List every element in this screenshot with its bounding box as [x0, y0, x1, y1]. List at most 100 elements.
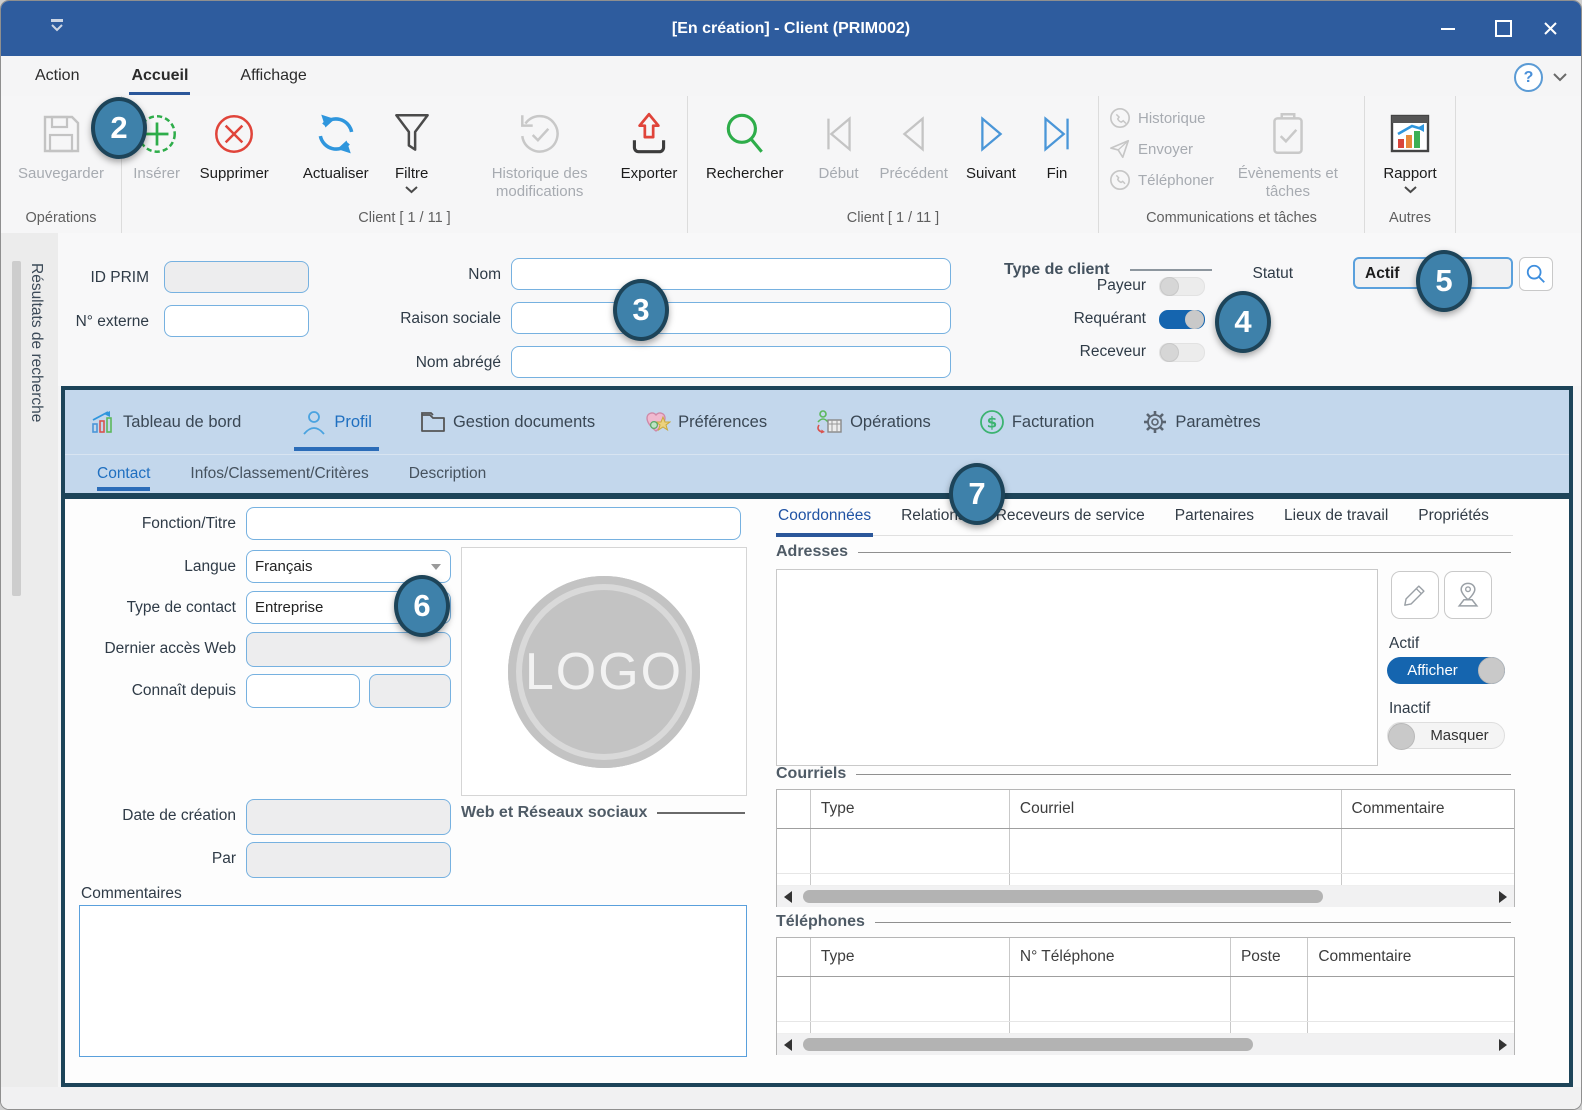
nom-abrege-field[interactable] [511, 346, 951, 378]
afficher-toggle[interactable]: Afficher [1387, 657, 1505, 684]
report-button[interactable]: Rapport [1374, 99, 1445, 194]
subtab-description[interactable]: Description [409, 455, 487, 493]
courriels-hscrollbar[interactable] [777, 886, 1514, 907]
dashboard-icon [90, 409, 116, 435]
delete-button[interactable]: Supprimer [191, 99, 278, 183]
rtab-proprietes[interactable]: Propriétés [1416, 501, 1491, 535]
dropdown-arrow-icon [431, 564, 441, 570]
receveur-toggle[interactable] [1159, 343, 1205, 362]
row-selector-header[interactable] [777, 790, 811, 828]
scroll-right-icon[interactable] [1499, 1039, 1507, 1051]
raison-sociale-field[interactable] [511, 302, 951, 334]
col-poste[interactable]: Poste [1231, 938, 1308, 976]
menu-affichage[interactable]: Affichage [238, 63, 308, 89]
minimize-button[interactable] [1425, 1, 1471, 56]
help-icon[interactable]: ? [1514, 63, 1543, 92]
next-record-icon [968, 103, 1014, 165]
map-address-button[interactable] [1444, 571, 1492, 619]
logo-placeholder[interactable]: LOGO [461, 547, 747, 796]
previous-record-button[interactable]: Précédent [871, 99, 957, 183]
send-icon [1109, 138, 1131, 160]
commentaires-label: Commentaires [81, 885, 182, 903]
col-commentaire[interactable]: Commentaire [1342, 790, 1514, 828]
filter-button[interactable]: Filtre [378, 99, 446, 194]
statut-label: Statut [1231, 257, 1293, 291]
close-icon [1543, 21, 1558, 36]
date-creation-field[interactable] [246, 799, 451, 835]
scroll-right-icon[interactable] [1499, 891, 1507, 903]
requerant-label: Requérant [986, 310, 1146, 327]
scroll-left-icon[interactable] [784, 891, 792, 903]
first-record-button[interactable]: Début [807, 99, 871, 183]
previous-record-icon [891, 103, 937, 165]
payeur-toggle[interactable] [1159, 277, 1205, 296]
next-record-button[interactable]: Suivant [957, 99, 1025, 183]
statut-lookup-button[interactable] [1519, 257, 1553, 291]
tab-facturation[interactable]: $ Facturation [966, 390, 1108, 454]
adresses-list[interactable] [776, 569, 1378, 766]
rtab-coordonnees[interactable]: Coordonnées [776, 501, 873, 535]
ribbon-group-communications: Historique Envoyer Téléphoner Év [1099, 96, 1365, 233]
scrollbar-thumb[interactable] [803, 890, 1323, 903]
requerant-toggle[interactable] [1159, 310, 1205, 329]
tab-profil[interactable]: Profil [288, 390, 385, 454]
nom-abrege-label: Nom abrégé [371, 346, 501, 380]
par-field[interactable] [246, 842, 451, 878]
connait-depuis-field[interactable] [246, 674, 360, 708]
type-client-header-line [1130, 269, 1212, 271]
col-type[interactable]: Type [811, 938, 1010, 976]
maximize-icon [1495, 20, 1512, 37]
search-button[interactable]: Rechercher [697, 99, 793, 183]
table-row[interactable] [777, 1022, 1514, 1034]
export-button[interactable]: Exporter [612, 99, 687, 183]
id-prim-field[interactable] [164, 261, 309, 293]
tab-gestion-documents[interactable]: Gestion documents [407, 390, 608, 454]
history-comm-button[interactable]: Historique [1109, 107, 1214, 129]
tab-tableau-de-bord[interactable]: Tableau de bord [77, 390, 254, 454]
maximize-button[interactable] [1480, 1, 1526, 56]
events-tasks-button[interactable]: Évènements et tâches [1220, 99, 1356, 201]
menu-action[interactable]: Action [33, 63, 81, 89]
col-courriel[interactable]: Courriel [1010, 790, 1342, 828]
table-row[interactable] [777, 874, 1514, 886]
nom-field[interactable] [511, 258, 951, 290]
col-type[interactable]: Type [811, 790, 1010, 828]
refresh-button[interactable]: Actualiser [294, 99, 378, 183]
coordonnees-tabbar: Coordonnées Relations Receveurs de servi… [776, 501, 1513, 536]
preferences-heart-star-icon [643, 409, 671, 435]
edit-address-button[interactable] [1391, 571, 1439, 619]
last-record-button[interactable]: Fin [1025, 99, 1089, 183]
search-results-dock[interactable]: Résultats de recherche [1, 233, 58, 1089]
scroll-left-icon[interactable] [784, 1039, 792, 1051]
connait-depuis-extra-field[interactable] [369, 674, 451, 708]
commentaires-textarea[interactable] [79, 905, 747, 1057]
row-selector-header[interactable] [777, 938, 811, 976]
tab-parametres[interactable]: Paramètres [1129, 390, 1273, 454]
dock-grip[interactable] [12, 261, 21, 596]
rtab-lieux-de-travail[interactable]: Lieux de travail [1282, 501, 1390, 535]
rtab-partenaires[interactable]: Partenaires [1173, 501, 1256, 535]
table-row[interactable] [777, 977, 1514, 1022]
tab-operations[interactable]: Opérations [802, 390, 944, 454]
send-button[interactable]: Envoyer [1109, 138, 1214, 160]
subtab-infos-classement-criteres[interactable]: Infos/Classement/Critères [190, 455, 368, 493]
tab-preferences[interactable]: Préférences [630, 390, 780, 454]
ribbon-collapse-chevron-icon[interactable] [1553, 73, 1567, 82]
telephones-header-row: Type N° Téléphone Poste Commentaire [777, 938, 1514, 977]
n-externe-field[interactable] [164, 305, 309, 337]
menu-accueil[interactable]: Accueil [129, 63, 190, 89]
telephones-hscrollbar[interactable] [777, 1034, 1514, 1055]
table-row[interactable] [777, 829, 1514, 874]
masquer-toggle[interactable]: Masquer [1387, 722, 1505, 749]
call-button[interactable]: Téléphoner [1109, 169, 1214, 191]
scrollbar-thumb[interactable] [803, 1038, 1253, 1051]
col-commentaire[interactable]: Commentaire [1308, 938, 1514, 976]
history-modifications-button[interactable]: Historique des modifications [468, 99, 612, 201]
callout-badge-5: 5 [1416, 250, 1472, 312]
subtab-contact[interactable]: Contact [97, 455, 150, 493]
dernier-acces-field[interactable] [246, 632, 451, 667]
col-n-telephone[interactable]: N° Téléphone [1010, 938, 1231, 976]
close-button[interactable] [1527, 1, 1573, 56]
rtab-receveurs-de-service[interactable]: Receveurs de service [994, 501, 1147, 535]
fonction-titre-field[interactable] [246, 507, 741, 540]
